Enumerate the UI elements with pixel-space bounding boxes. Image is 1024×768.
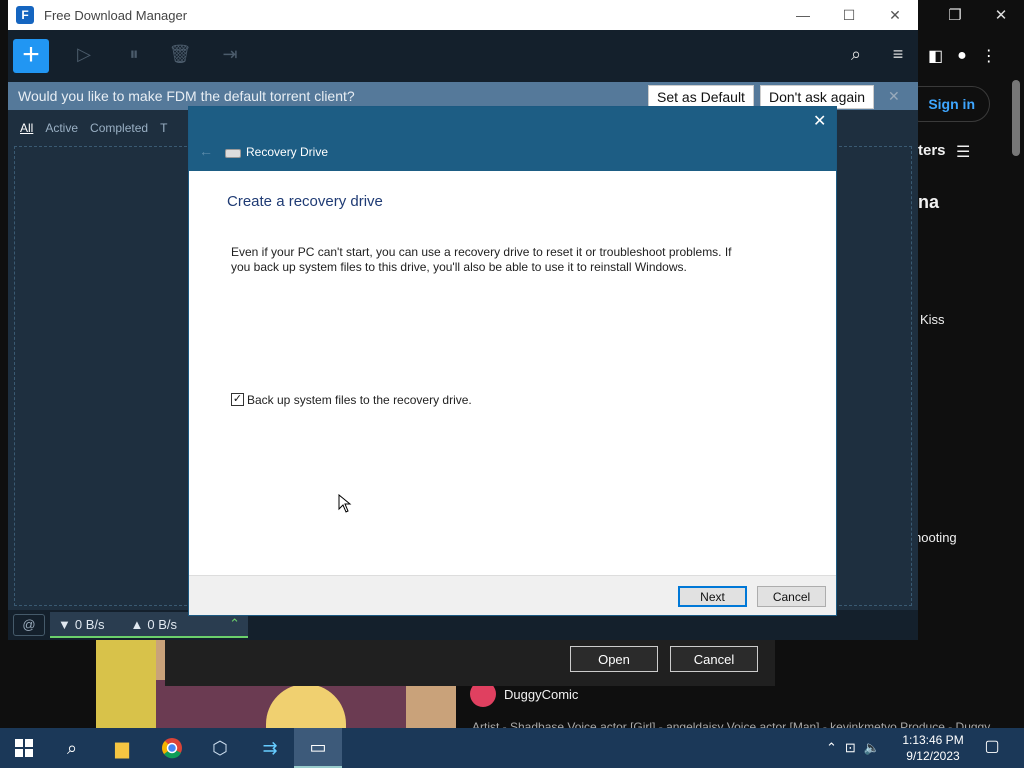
- fdm-logo-icon: F: [16, 6, 34, 24]
- sidebar-icon[interactable]: ◧: [928, 46, 943, 66]
- taskbar: ⌕ ▆ ⬡ ⇉ ▭ ⌃ ⊡ 🔈 1:13:46 PM 9/12/2023 ▢: [0, 728, 1024, 768]
- file-cancel-button[interactable]: Cancel: [670, 646, 758, 672]
- chevron-up-icon[interactable]: ⌃: [826, 740, 837, 756]
- trash-icon[interactable]: 🗑: [168, 44, 192, 68]
- tab-more[interactable]: T: [160, 121, 167, 135]
- chrome-icon[interactable]: [148, 728, 196, 768]
- backup-checkbox[interactable]: ✓: [231, 393, 244, 406]
- recovery-drive-icon[interactable]: ▭: [294, 728, 342, 768]
- clock-time: 1:13:46 PM: [902, 733, 964, 747]
- browser-toolbar: ◧ ● ⋮: [918, 40, 1024, 72]
- page-title: Create a recovery drive: [227, 193, 383, 210]
- video-text-shooting: hooting: [914, 530, 957, 545]
- network-icon[interactable]: ⊡: [845, 740, 856, 756]
- tab-all[interactable]: All: [20, 121, 33, 135]
- maximize-icon[interactable]: ☐: [826, 0, 872, 30]
- recovery-drive-dialog: ✕ ← Recovery Drive Create a recovery dri…: [188, 106, 837, 616]
- browser-scrollbar[interactable]: [1012, 80, 1020, 156]
- download-speed-icon: ▼: [58, 616, 71, 632]
- search-icon[interactable]: ⌕: [48, 728, 96, 768]
- filters-label[interactable]: ters: [918, 142, 946, 159]
- pause-icon[interactable]: ⏸: [122, 44, 146, 68]
- clock-date: 9/12/2023: [906, 749, 960, 763]
- dialog-footer: Next Cancel: [189, 575, 836, 615]
- profile-icon[interactable]: ●: [957, 47, 967, 65]
- description-text: Even if your PC can't start, you can use…: [231, 245, 732, 274]
- fdm-titlebar: F Free Download Manager — ☐ ✕: [8, 0, 918, 30]
- move-folder-icon[interactable]: ⇥: [218, 44, 242, 68]
- volume-icon[interactable]: 🔈: [864, 740, 880, 756]
- drive-icon: [225, 149, 241, 158]
- virtualbox-icon[interactable]: ⬡: [196, 728, 244, 768]
- tab-active[interactable]: Active: [45, 121, 78, 135]
- mouse-cursor-icon: [338, 494, 352, 513]
- channel-name[interactable]: DuggyComic: [504, 687, 578, 702]
- upload-speed: 0 B/s: [147, 616, 177, 632]
- notification-icon[interactable]: ▢: [980, 736, 1004, 760]
- chevron-up-icon[interactable]: ⌃: [229, 616, 240, 632]
- minimize-icon[interactable]: —: [780, 0, 826, 30]
- filters-icon[interactable]: ☰: [956, 142, 970, 162]
- download-speed: 0 B/s: [74, 616, 105, 632]
- file-explorer-icon[interactable]: ▆: [98, 728, 146, 768]
- restore-icon[interactable]: ❐: [932, 0, 978, 30]
- close-icon[interactable]: ✕: [978, 0, 1024, 30]
- back-arrow-icon[interactable]: ←: [199, 143, 213, 159]
- banner-close-icon[interactable]: ✕: [888, 88, 900, 105]
- fdm-title: Free Download Manager: [44, 7, 188, 23]
- speed-mode-icon[interactable]: @: [13, 614, 45, 636]
- more-icon[interactable]: ⋮: [981, 46, 997, 66]
- open-button[interactable]: Open: [570, 646, 658, 672]
- banner-question: Would you like to make FDM the default t…: [18, 88, 355, 104]
- search-icon[interactable]: ⌕: [844, 44, 868, 68]
- next-button[interactable]: Next: [678, 586, 747, 607]
- play-icon[interactable]: ▷: [72, 44, 96, 68]
- browser-window-controls: ❐ ✕: [914, 0, 1024, 30]
- cancel-button[interactable]: Cancel: [757, 586, 826, 607]
- tab-completed[interactable]: Completed: [90, 121, 148, 135]
- close-icon[interactable]: ✕: [813, 111, 826, 131]
- dialog-header: [189, 107, 836, 171]
- fdm-tabs: All Active Completed T: [8, 116, 208, 140]
- backup-checkbox-label[interactable]: Back up system files to the recovery dri…: [247, 393, 472, 407]
- upload-speed-icon: ▲: [130, 616, 144, 632]
- close-icon[interactable]: ✕: [872, 0, 918, 30]
- file-dialog-footer: Open Cancel: [165, 640, 775, 686]
- fdm-icon[interactable]: ⇉: [246, 728, 294, 768]
- dialog-title: Recovery Drive: [246, 145, 329, 159]
- fdm-toolbar: + ▷ ⏸ 🗑 ⇥ ⌕ ≡: [8, 30, 918, 82]
- start-icon[interactable]: [0, 728, 48, 768]
- clock[interactable]: 1:13:46 PM 9/12/2023: [900, 732, 966, 764]
- video-title-fragment: na: [918, 192, 940, 212]
- add-download-button[interactable]: +: [13, 39, 49, 73]
- menu-icon[interactable]: ≡: [886, 44, 910, 68]
